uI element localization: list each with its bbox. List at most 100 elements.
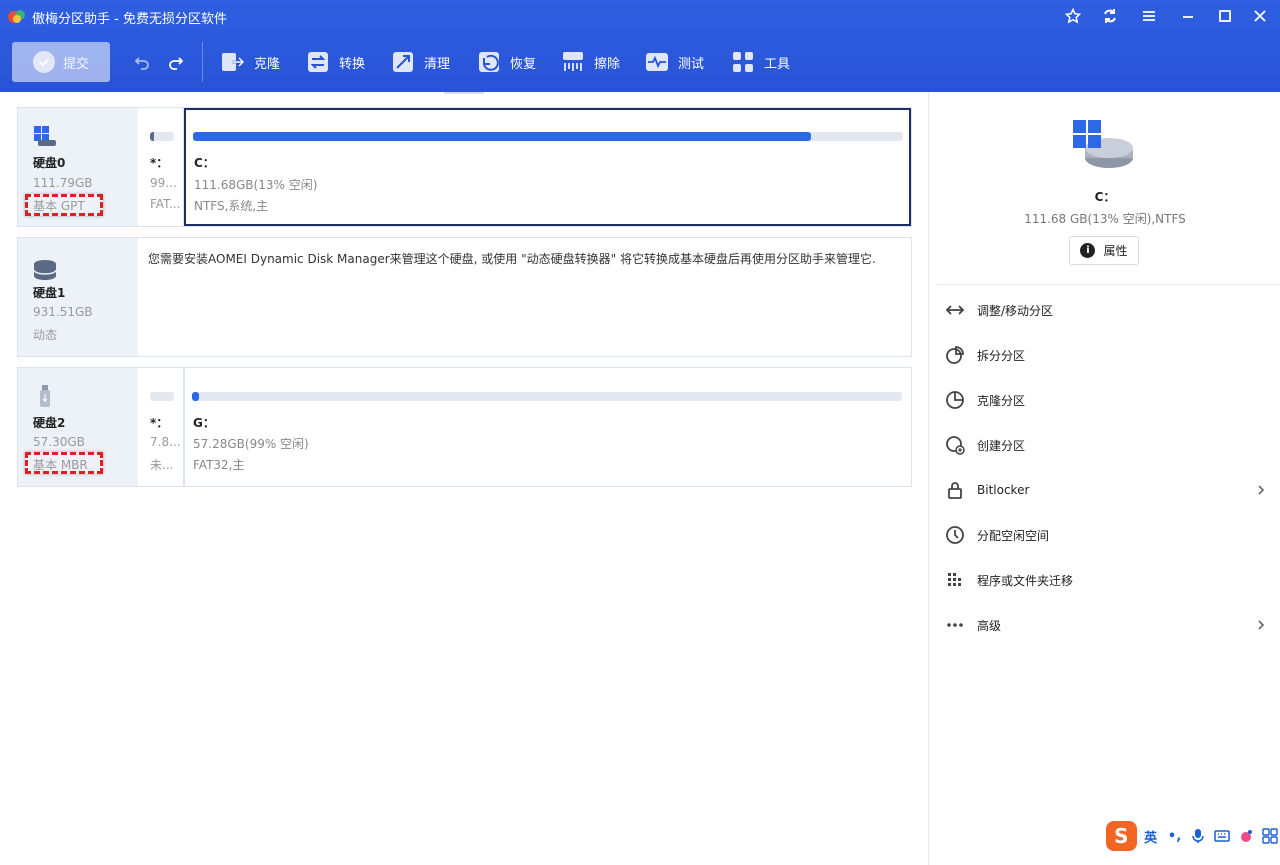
disk-name: 硬盘1 xyxy=(33,286,66,300)
scroll-handle[interactable] xyxy=(444,92,484,94)
clone-icon xyxy=(220,49,246,75)
partition-fs: FAT... xyxy=(150,197,180,211)
check-icon xyxy=(32,51,55,73)
tool-clone[interactable]: 克隆 xyxy=(220,48,280,76)
microphone-icon[interactable] xyxy=(1188,825,1208,847)
disk-card-2[interactable]: 硬盘2 57.30GB 基本 MBR *： 7.8... 未... G： 57.… xyxy=(17,367,912,487)
partition-disk-icon xyxy=(1071,118,1135,174)
partition-label: *： xyxy=(150,416,169,430)
partition-small[interactable]: *： 7.8... 未... xyxy=(142,368,184,486)
menu-advanced[interactable]: 高级 xyxy=(929,610,1280,640)
tool-label: 克隆 xyxy=(254,56,281,72)
menu-label: 克隆分区 xyxy=(977,393,1026,408)
chevron-right-icon xyxy=(1255,484,1267,496)
partition-label: C： xyxy=(194,156,215,170)
lock-icon xyxy=(945,480,965,500)
menu-migrate[interactable]: 程序或文件夹迁移 xyxy=(929,565,1280,595)
menu-label: Bitlocker xyxy=(977,483,1030,497)
resize-move-icon xyxy=(945,300,965,320)
menu-label: 程序或文件夹迁移 xyxy=(977,573,1074,588)
minimize-icon[interactable] xyxy=(1178,6,1198,26)
keyboard-icon[interactable] xyxy=(1212,825,1232,847)
tool-convert[interactable]: 转换 xyxy=(305,48,365,76)
star-icon[interactable] xyxy=(1063,6,1083,26)
properties-panel: C： 111.68 GB(13% 空闲),NTFS i 属性 调整/移动分区 拆… xyxy=(928,92,1280,865)
usage-bar xyxy=(193,132,903,141)
menu-icon[interactable] xyxy=(1139,6,1159,26)
tool-clean[interactable]: 清理 xyxy=(390,48,450,76)
partition-size: 99... xyxy=(150,176,177,190)
menu-bitlocker[interactable]: Bitlocker xyxy=(929,475,1280,505)
maximize-icon[interactable] xyxy=(1215,6,1235,26)
chevron-right-icon xyxy=(1255,619,1267,631)
selected-partition-name: C： xyxy=(1094,190,1116,204)
clean-icon xyxy=(390,49,416,75)
menu-label: 高级 xyxy=(977,618,1002,633)
disk-info[interactable]: 硬盘1 931.51GB 动态 xyxy=(18,238,138,356)
tool-wipe[interactable]: 擦除 xyxy=(560,48,620,76)
partition-fs: 未... xyxy=(150,458,174,472)
tool-label: 擦除 xyxy=(594,56,621,72)
partition-g[interactable]: G： 57.28GB(99% 空闲) FAT32,主 xyxy=(184,368,911,486)
toolbar-divider xyxy=(202,42,203,82)
info-icon: i xyxy=(1080,243,1096,258)
partition-c-selected[interactable]: C： 111.68GB(13% 空闲) NTFS,系统,主 xyxy=(184,108,911,226)
properties-button[interactable]: i 属性 xyxy=(1069,236,1139,265)
partition-fs: NTFS,系统,主 xyxy=(194,199,269,213)
disk-type: 动态 xyxy=(33,328,58,342)
app-logo-icon xyxy=(8,8,26,24)
menu-allocate-space[interactable]: 分配空闲空间 xyxy=(929,520,1280,550)
tool-tools[interactable]: 工具 xyxy=(730,48,790,76)
redo-icon[interactable] xyxy=(166,52,186,72)
tool-test[interactable]: 测试 xyxy=(644,48,704,76)
selected-partition-info: 111.68 GB(13% 空闲),NTFS xyxy=(1024,212,1186,226)
ime-language-toggle[interactable]: 英 xyxy=(1141,825,1161,847)
menu-label: 创建分区 xyxy=(977,438,1026,453)
highlight-box xyxy=(25,194,103,216)
allocate-space-icon xyxy=(945,525,965,545)
tool-label: 恢复 xyxy=(510,56,537,72)
menu-clone-partition[interactable]: 克隆分区 xyxy=(929,385,1280,415)
submit-button[interactable]: 提交 xyxy=(12,42,110,82)
wipe-icon xyxy=(560,49,586,75)
disk-info[interactable]: 硬盘0 111.79GB 基本 GPT xyxy=(18,108,138,226)
window-title: 傲梅分区助手 - 免费无损分区软件 xyxy=(32,12,227,27)
disk-info[interactable]: 硬盘2 57.30GB 基本 MBR xyxy=(18,368,138,486)
dynamic-disk-message: 您需要安装AOMEI Dynamic Disk Manager来管理这个硬盘, … xyxy=(148,252,876,266)
disk-list-area: 硬盘0 111.79GB 基本 GPT *： 99... FAT... C： 1… xyxy=(0,92,928,865)
migrate-icon xyxy=(945,570,965,590)
disk-size: 57.30GB xyxy=(33,435,85,449)
disk-card-0[interactable]: 硬盘0 111.79GB 基本 GPT *： 99... FAT... C： 1… xyxy=(17,107,912,227)
disk-size: 931.51GB xyxy=(33,305,93,319)
disk-name: 硬盘0 xyxy=(33,156,66,170)
tool-recover[interactable]: 恢复 xyxy=(476,48,536,76)
menu-label: 拆分分区 xyxy=(977,348,1026,363)
partition-fs: FAT32,主 xyxy=(193,458,245,472)
divider xyxy=(937,284,1280,285)
split-icon xyxy=(945,345,965,365)
refresh-icon[interactable] xyxy=(1100,6,1120,26)
windows-disk-icon xyxy=(32,124,58,148)
disk-size: 111.79GB xyxy=(33,176,93,190)
ime-tools-icon[interactable] xyxy=(1260,825,1280,847)
sogou-logo-icon[interactable]: S xyxy=(1106,821,1137,851)
usage-bar xyxy=(150,132,174,141)
tool-label: 清理 xyxy=(424,56,451,72)
close-icon[interactable] xyxy=(1250,6,1270,26)
menu-create-partition[interactable]: 创建分区 xyxy=(929,430,1280,460)
disk-card-1[interactable]: 硬盘1 931.51GB 动态 您需要安装AOMEI Dynamic Disk … xyxy=(17,237,912,357)
menu-split[interactable]: 拆分分区 xyxy=(929,340,1280,370)
title-bar: 傲梅分区助手 - 免费无损分区软件 xyxy=(0,0,1280,32)
partition-small[interactable]: *： 99... FAT... xyxy=(142,108,184,226)
ime-punctuation-toggle[interactable]: •, xyxy=(1165,825,1185,847)
submit-label: 提交 xyxy=(62,56,89,72)
more-icon xyxy=(945,615,965,635)
skin-icon[interactable] xyxy=(1236,825,1256,847)
usage-bar xyxy=(192,392,902,401)
properties-label: 属性 xyxy=(1103,244,1128,258)
ime-toolbar: S 英 •, xyxy=(1106,820,1280,852)
tool-label: 转换 xyxy=(339,56,366,72)
menu-resize-move[interactable]: 调整/移动分区 xyxy=(929,295,1280,325)
partition-size: 7.8... xyxy=(150,435,180,449)
undo-icon[interactable] xyxy=(132,52,152,72)
